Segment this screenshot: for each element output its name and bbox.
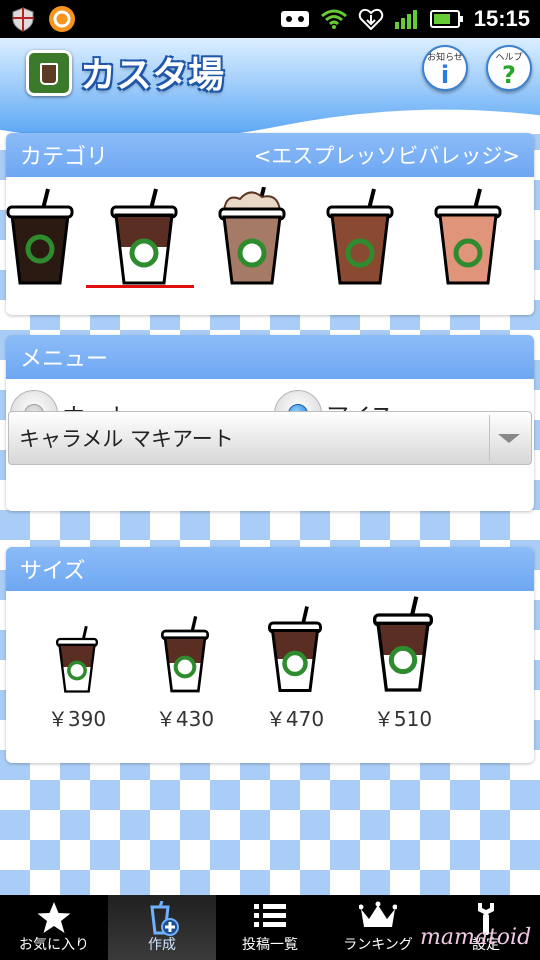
- clock: 15:15: [473, 6, 530, 31]
- price-venti: ￥510: [373, 707, 433, 731]
- create-cup-icon: [150, 901, 179, 936]
- wifi-icon: [320, 9, 347, 29]
- size-grande-icon[interactable]: [260, 605, 330, 695]
- info-icon: i: [440, 61, 450, 89]
- header-wave: [0, 109, 540, 134]
- nav-posts[interactable]: 投稿一覧: [216, 895, 324, 960]
- notification-app-icon: [49, 6, 75, 32]
- app-title: カスタ場: [80, 55, 225, 96]
- size-header: サイズ: [6, 547, 534, 591]
- nav-favorites[interactable]: お気に入り: [0, 895, 108, 960]
- list-icon: [254, 904, 286, 927]
- drink-select[interactable]: キャラメル マキアート: [8, 411, 532, 465]
- app-header: カスタ場 お知らせ i ヘルプ ?: [0, 38, 540, 134]
- help-button[interactable]: ヘルプ ?: [486, 45, 532, 91]
- info-button[interactable]: お知らせ i: [422, 45, 468, 91]
- drink-select-value[interactable]: キャラメル マキアート: [9, 423, 489, 453]
- shield-icon: [12, 7, 34, 32]
- size-label: サイズ: [20, 559, 86, 584]
- drink-whip-frappuccino-icon[interactable]: [206, 187, 298, 287]
- category-current[interactable]: <エスプレッソビバレッジ>: [254, 140, 520, 170]
- size-tall-icon[interactable]: [154, 615, 216, 695]
- cassette-icon: [280, 11, 309, 27]
- heart-download-icon: [358, 8, 383, 31]
- nav-ranking[interactable]: ランキング: [324, 895, 432, 960]
- nav-create[interactable]: 作成: [108, 895, 216, 960]
- drink-caramel-macchiato-icon[interactable]: [98, 187, 190, 287]
- battery-icon: [429, 10, 463, 28]
- price-grande: ￥470: [265, 707, 325, 731]
- menu-panel: メニュー ホット アイス キャラメル マキアート: [6, 335, 534, 511]
- nav-favorites-label: お気に入り: [19, 937, 89, 953]
- size-panel: サイズ ￥390 ￥430 ￥470 ￥510: [6, 547, 534, 763]
- status-bar: 15:15: [0, 0, 540, 38]
- menu-header: メニュー: [6, 335, 534, 379]
- chevron-down-icon: [497, 433, 520, 443]
- category-label: カテゴリ: [20, 145, 109, 170]
- crown-icon: [359, 901, 397, 927]
- category-panel: カテゴリ <エスプレッソビバレッジ>: [6, 133, 534, 315]
- star-icon: [37, 902, 71, 933]
- help-icon: ?: [502, 61, 516, 89]
- category-carousel[interactable]: [6, 177, 534, 315]
- size-options: ￥390 ￥430 ￥470 ￥510: [6, 591, 534, 761]
- nav-ranking-label: ランキング: [343, 937, 413, 953]
- price-tall: ￥430: [155, 707, 215, 731]
- nav-create-label: 作成: [148, 937, 176, 953]
- size-short-icon[interactable]: [50, 625, 104, 695]
- category-selection-underline: [86, 285, 194, 288]
- drink-select-arrow[interactable]: [489, 415, 527, 461]
- category-header: カテゴリ <エスプレッソビバレッジ>: [6, 133, 534, 177]
- watermark: mamatoid: [420, 925, 532, 950]
- nav-posts-label: 投稿一覧: [242, 937, 298, 953]
- drink-mocha-icon[interactable]: [314, 187, 406, 287]
- drink-latte-icon[interactable]: [422, 187, 514, 287]
- signal-icon: [394, 10, 417, 29]
- drink-dark-icon[interactable]: [6, 187, 86, 287]
- price-short: ￥390: [47, 707, 107, 731]
- size-venti-icon[interactable]: [364, 595, 442, 695]
- menu-label: メニュー: [20, 347, 109, 372]
- app-logo-icon: [26, 50, 72, 96]
